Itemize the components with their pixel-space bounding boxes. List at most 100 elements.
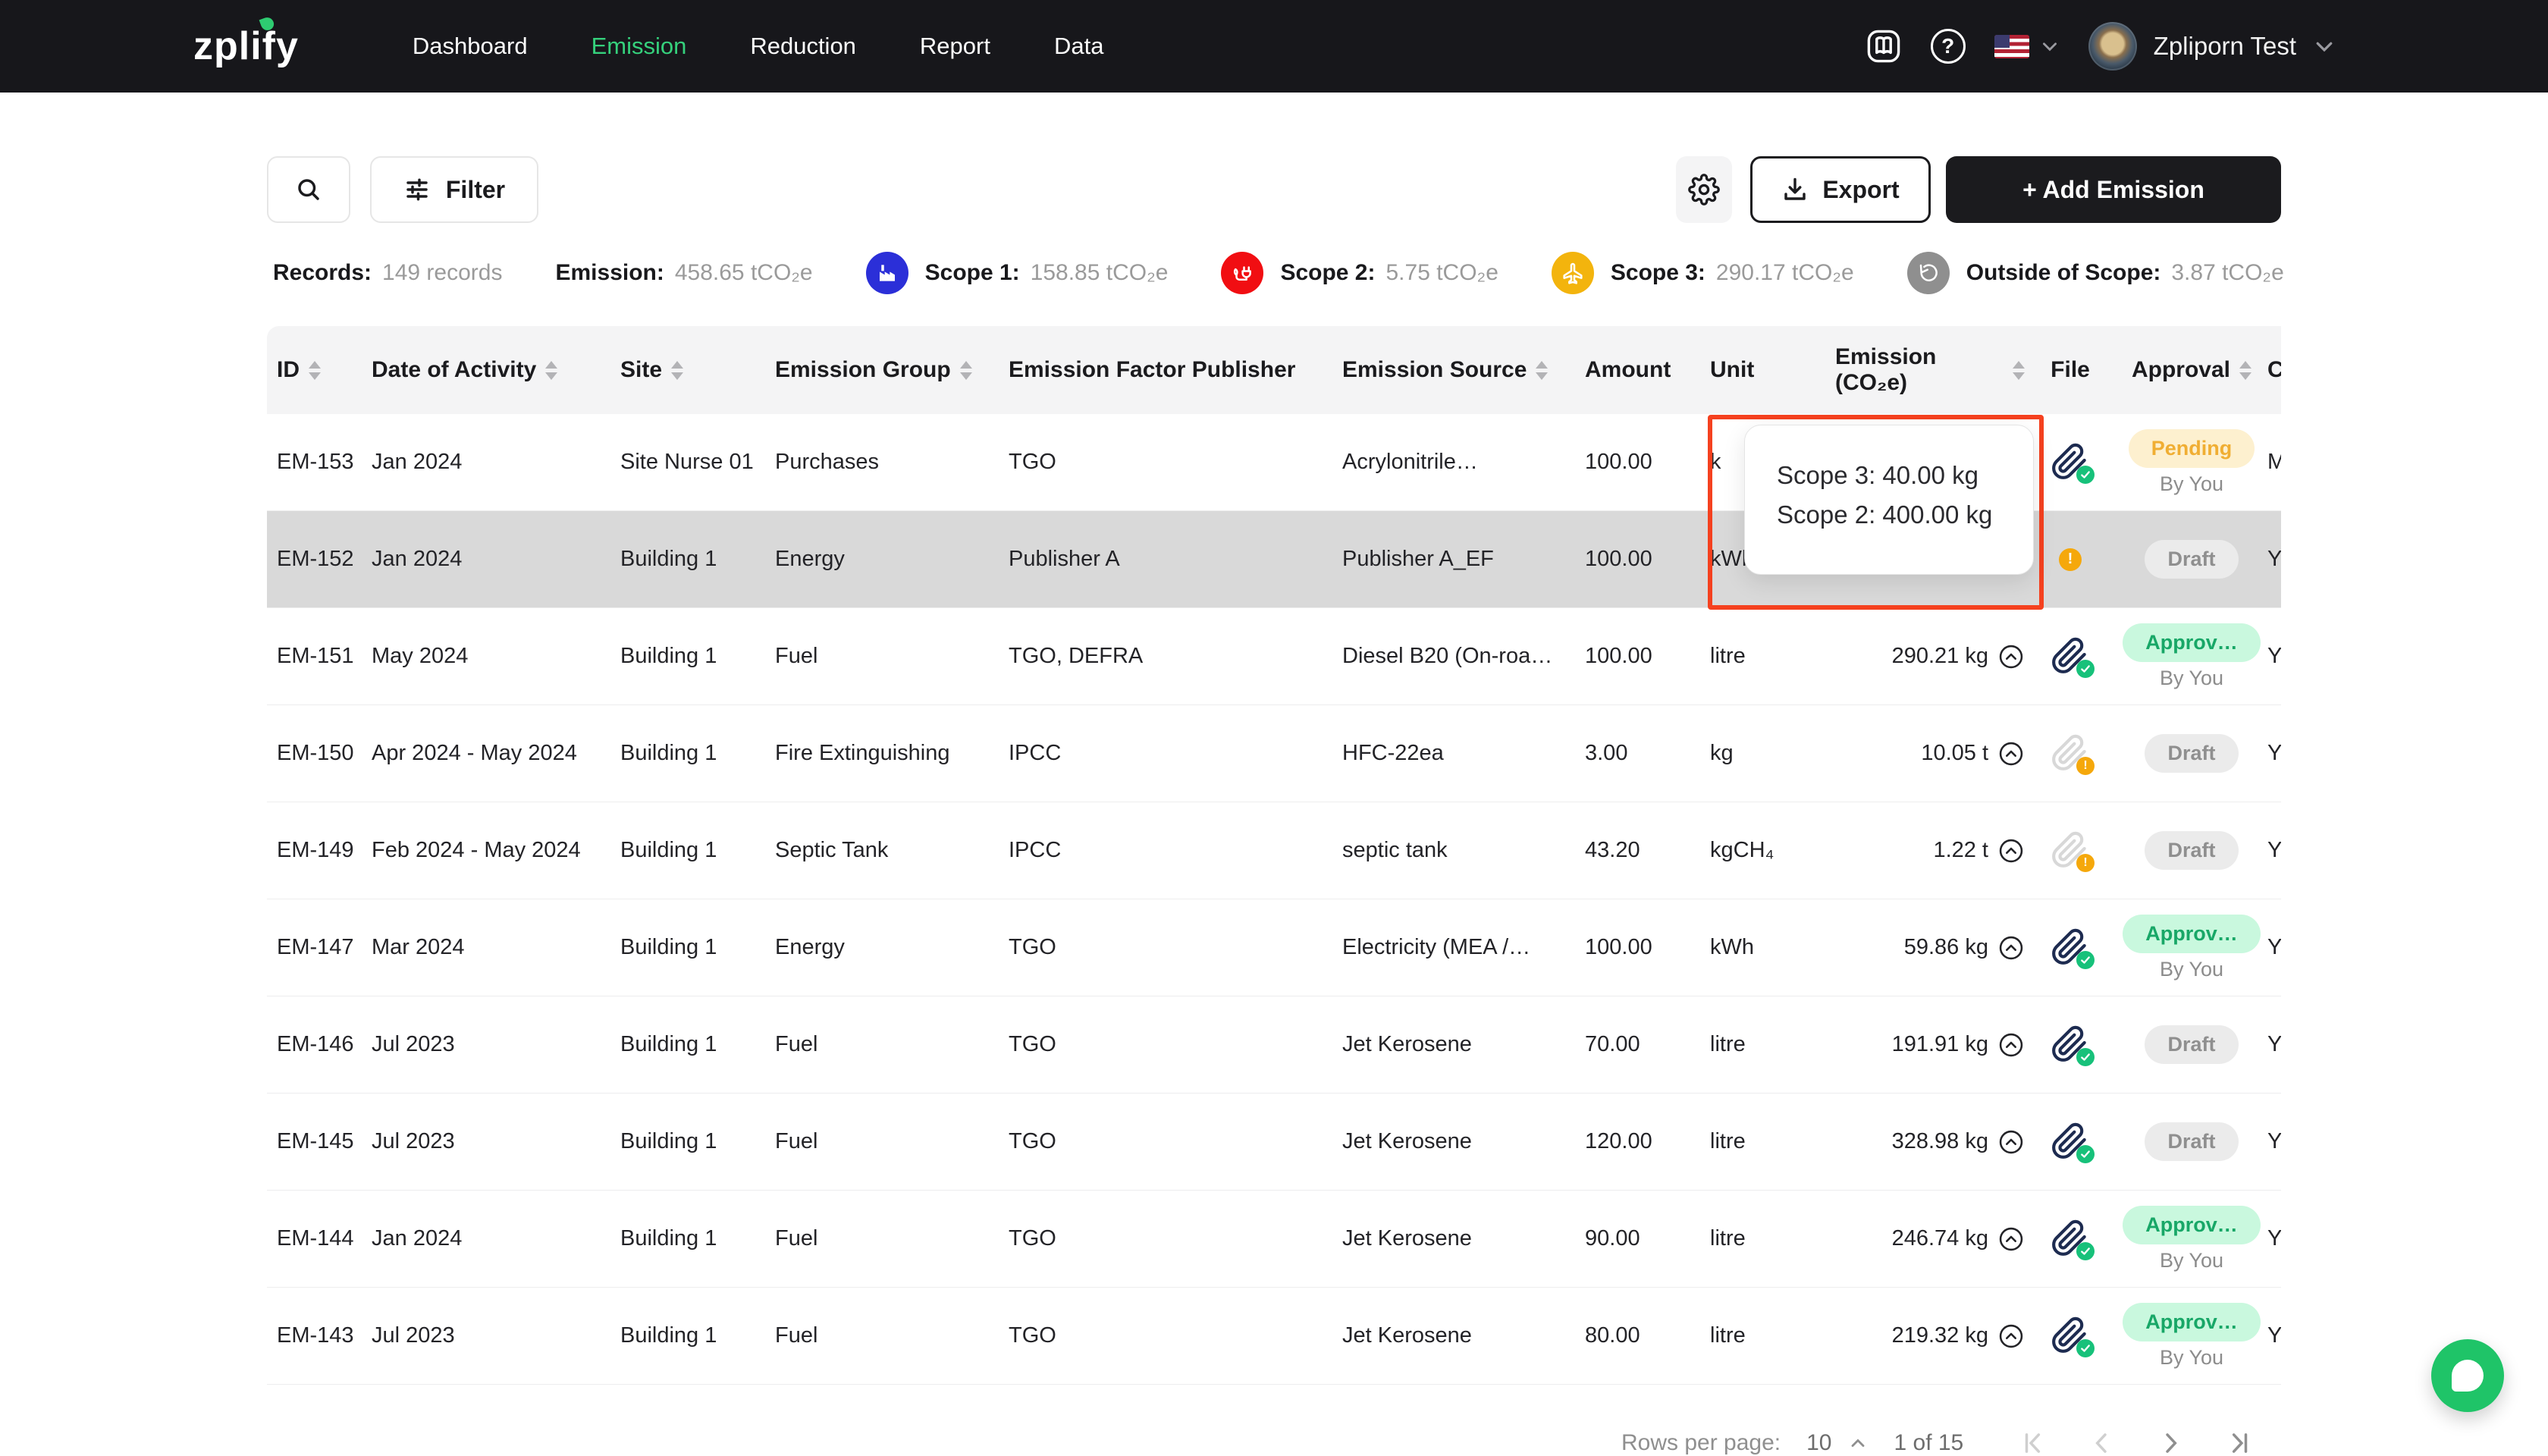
scope1-summary: Scope 1: 158.85 tCO₂e xyxy=(866,252,1169,294)
paperclip-check-icon[interactable] xyxy=(2051,635,2090,678)
column-header-date[interactable]: Date of Activity xyxy=(372,357,620,383)
cell-file: ! ! xyxy=(2025,830,2116,872)
approval-by: By You xyxy=(2160,1346,2223,1370)
cell-emission: 59.86 kg xyxy=(1835,934,2025,962)
approval-badge: Draft xyxy=(2145,734,2238,773)
chevron-up-icon xyxy=(1847,1432,1869,1454)
emission-collapse-icon[interactable] xyxy=(1997,837,2025,864)
last-page-icon[interactable] xyxy=(2224,1429,2253,1456)
cell-publisher: TGO, DEFRA xyxy=(1009,644,1342,669)
cell-site: Site Nurse 01 xyxy=(620,450,775,475)
cell-extra: Y xyxy=(2267,1226,2281,1251)
toolbar: Filter Export + Add Emission xyxy=(0,156,2548,223)
cell-extra: Y xyxy=(2267,1323,2281,1348)
column-header-source[interactable]: Emission Source xyxy=(1342,357,1585,383)
cell-file: ! ! xyxy=(2025,1218,2116,1260)
guide-book-icon[interactable] xyxy=(1866,28,1902,64)
table-row[interactable]: EM-150 Apr 2024 - May 2024 Building 1 Fi… xyxy=(267,705,2281,802)
table-row[interactable]: EM-143 Jul 2023 Building 1 Fuel TGO Jet … xyxy=(267,1288,2281,1385)
emission-collapse-icon[interactable] xyxy=(1997,643,2025,670)
warning-icon: ! xyxy=(2059,548,2082,571)
emission-value: 1.22 t xyxy=(1933,838,1988,863)
cell-publisher: TGO xyxy=(1009,1226,1342,1251)
cell-extra: Y xyxy=(2267,547,2281,572)
outside-scope-label: Outside of Scope: xyxy=(1966,260,2161,286)
cell-emission: 219.32 kg xyxy=(1835,1323,2025,1350)
cell-publisher: IPCC xyxy=(1009,741,1342,766)
emission-value: 246.74 kg xyxy=(1892,1226,1988,1251)
cell-extra: Y xyxy=(2267,1032,2281,1057)
paperclip-warning-icon[interactable]: ! xyxy=(2051,733,2090,775)
nav-item-data[interactable]: Data xyxy=(1054,33,1103,60)
outside-scope-summary: Outside of Scope: 3.87 tCO₂e xyxy=(1907,252,2284,294)
approval-badge: Draft xyxy=(2145,540,2238,579)
cell-source: Jet Kerosene xyxy=(1342,1226,1585,1251)
approval-by: By You xyxy=(2160,667,2223,690)
table-row[interactable]: EM-144 Jan 2024 Building 1 Fuel TGO Jet … xyxy=(267,1191,2281,1288)
paperclip-warning-icon[interactable]: ! xyxy=(2051,830,2090,872)
paperclip-check-icon[interactable] xyxy=(2051,1315,2090,1357)
cell-publisher: TGO xyxy=(1009,1032,1342,1057)
filter-button[interactable]: Filter xyxy=(370,156,538,223)
table-row[interactable]: EM-146 Jul 2023 Building 1 Fuel TGO Jet … xyxy=(267,996,2281,1094)
next-page-icon[interactable] xyxy=(2156,1429,2185,1456)
nav-item-dashboard[interactable]: Dashboard xyxy=(413,33,528,60)
pagination-bar: Rows per page: 10 1 of 15 xyxy=(1621,1429,2253,1456)
emission-value: 328.98 kg xyxy=(1892,1129,1988,1154)
first-page-icon[interactable] xyxy=(2019,1429,2048,1456)
app-logo-text: zplify xyxy=(193,24,299,68)
emission-collapse-icon[interactable] xyxy=(1997,934,2025,962)
rows-per-page-select[interactable]: 10 xyxy=(1806,1430,1868,1456)
emission-value: 458.65 tCO₂e xyxy=(675,260,813,286)
add-emission-button[interactable]: + Add Emission xyxy=(1946,156,2281,223)
tooltip-scope2-line: Scope 2: 400.00 kg xyxy=(1777,495,2033,535)
cell-amount: 100.00 xyxy=(1585,547,1710,572)
export-label: Export xyxy=(1822,176,1899,204)
emission-collapse-icon[interactable] xyxy=(1997,1225,2025,1253)
emission-page: zplify Dashboard Emission Reduction Report D… xyxy=(0,0,2548,1456)
sort-icon xyxy=(671,361,683,380)
column-header-site[interactable]: Site xyxy=(620,357,775,383)
search-button[interactable] xyxy=(267,156,350,223)
cell-source: Jet Kerosene xyxy=(1342,1323,1585,1348)
table-row[interactable]: EM-151 May 2024 Building 1 Fuel TGO, DEF… xyxy=(267,608,2281,705)
emission-collapse-icon[interactable] xyxy=(1997,1128,2025,1156)
cell-date: Apr 2024 - May 2024 xyxy=(372,741,620,766)
cell-publisher: TGO xyxy=(1009,1323,1342,1348)
table-row[interactable]: EM-145 Jul 2023 Building 1 Fuel TGO Jet … xyxy=(267,1094,2281,1191)
cell-source: Acrylonitrile… xyxy=(1342,450,1585,475)
column-header-group[interactable]: Emission Group xyxy=(775,357,1009,383)
paperclip-check-icon[interactable] xyxy=(2051,1121,2090,1163)
column-header-amount: Amount xyxy=(1585,357,1710,383)
paperclip-check-icon[interactable] xyxy=(2051,1218,2090,1260)
language-selector[interactable] xyxy=(1994,35,2060,58)
emission-collapse-icon[interactable] xyxy=(1997,1031,2025,1059)
table-row[interactable]: EM-149 Feb 2024 - May 2024 Building 1 Se… xyxy=(267,802,2281,899)
cell-unit: litre xyxy=(1710,1323,1835,1348)
previous-page-icon[interactable] xyxy=(2088,1429,2117,1456)
column-header-approval[interactable]: Approval xyxy=(2116,357,2267,383)
emission-value: 290.21 kg xyxy=(1892,644,1988,669)
chat-widget-button[interactable] xyxy=(2431,1339,2504,1412)
table-row[interactable]: EM-147 Mar 2024 Building 1 Energy TGO El… xyxy=(267,899,2281,996)
emission-collapse-icon[interactable] xyxy=(1997,1323,2025,1350)
emission-breakdown-tooltip: Scope 3: 40.00 kg Scope 2: 400.00 kg xyxy=(1744,425,2034,575)
help-icon[interactable]: ? xyxy=(1931,29,1966,64)
paperclip-check-icon[interactable] xyxy=(2051,927,2090,969)
nav-item-emission[interactable]: Emission xyxy=(592,33,687,60)
nav-item-report[interactable]: Report xyxy=(920,33,990,60)
cell-file: ! ! xyxy=(2025,548,2116,571)
user-menu[interactable]: Zpliporn Test xyxy=(2088,22,2336,71)
cell-extra: Y xyxy=(2267,1129,2281,1154)
column-header-emission[interactable]: Emission (CO₂e) xyxy=(1835,344,2025,396)
paperclip-check-icon[interactable] xyxy=(2051,441,2090,484)
approval-badge: Approv… xyxy=(2123,915,2261,953)
emission-collapse-icon[interactable] xyxy=(1997,740,2025,767)
settings-button[interactable] xyxy=(1676,156,1732,223)
approval-badge: Approv… xyxy=(2123,1206,2261,1244)
export-button[interactable]: Export xyxy=(1750,156,1931,223)
column-header-id[interactable]: ID xyxy=(277,357,372,383)
nav-item-reduction[interactable]: Reduction xyxy=(750,33,856,60)
app-logo[interactable]: zplify xyxy=(193,24,299,69)
paperclip-check-icon[interactable] xyxy=(2051,1024,2090,1066)
